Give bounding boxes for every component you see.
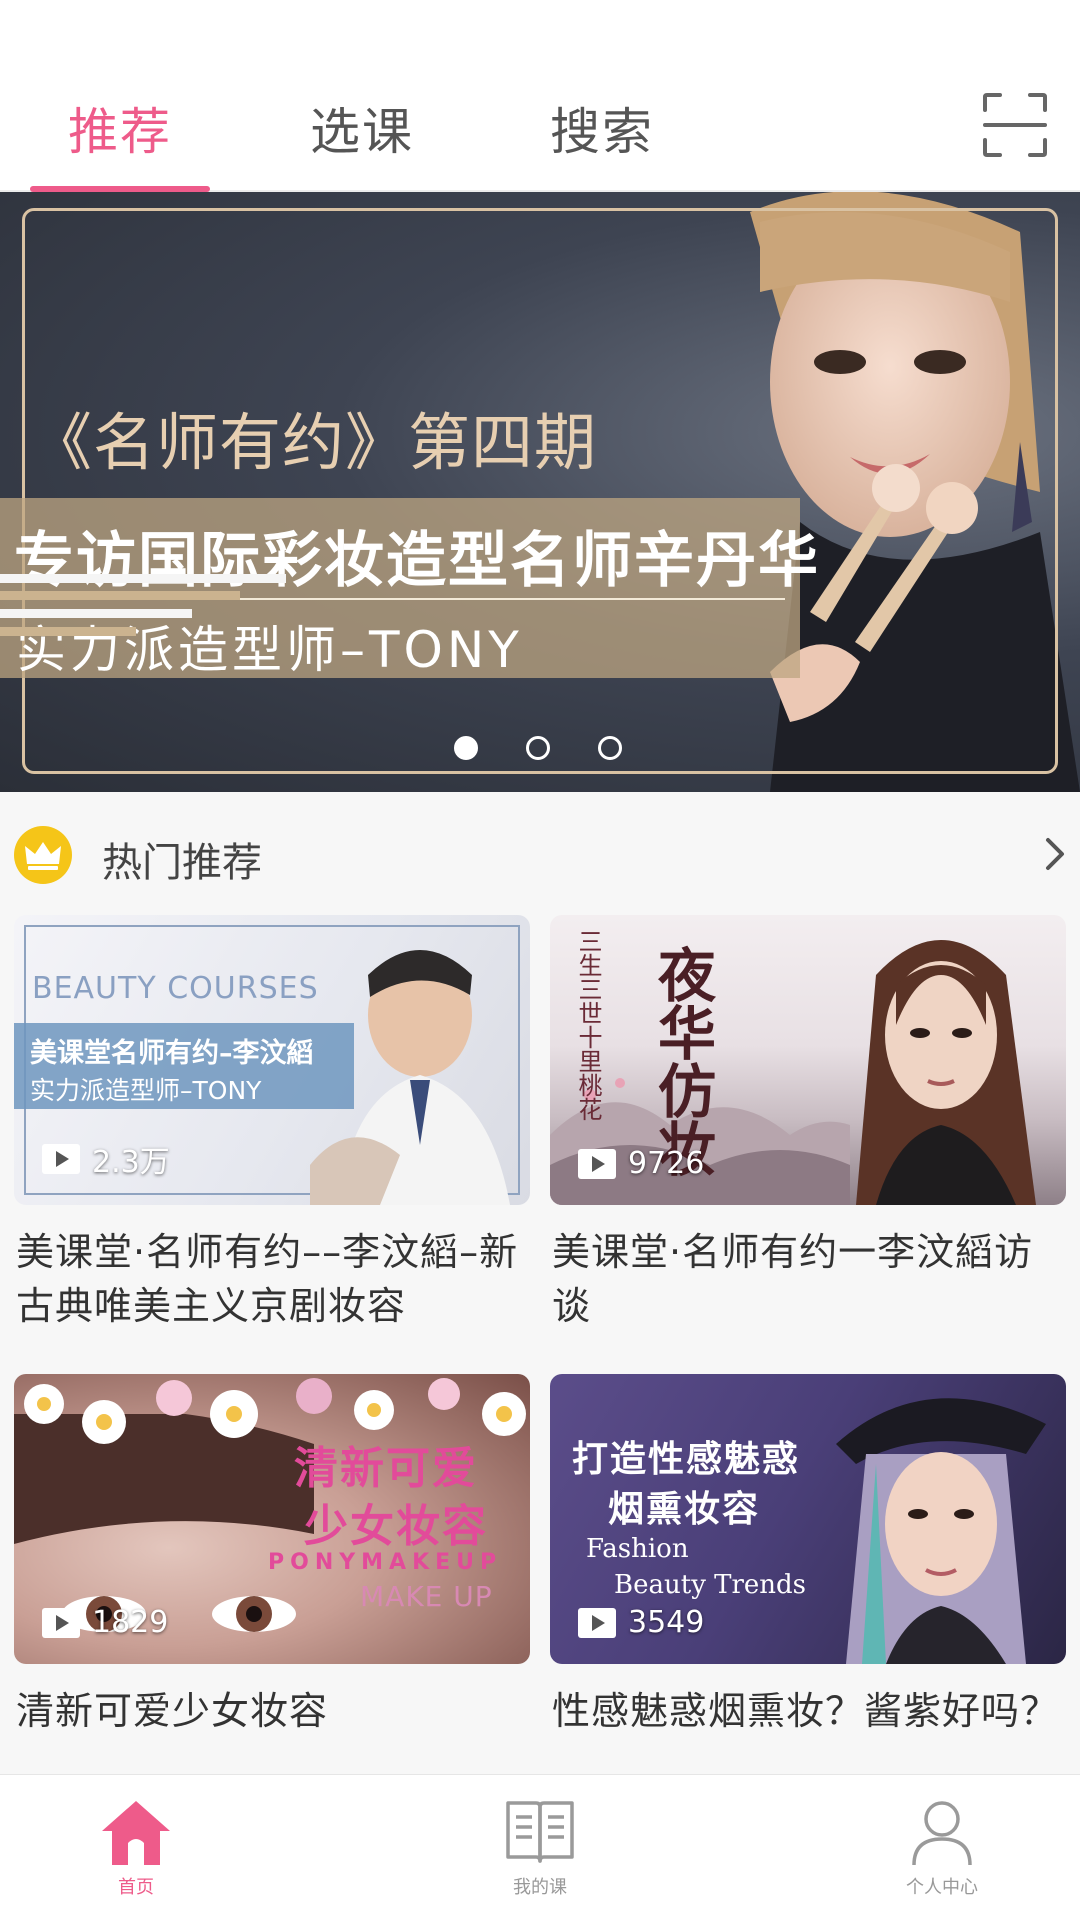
thumbnail-caption: Beauty Trends [614,1570,807,1600]
nav-label: 首页 [118,1877,154,1898]
course-thumbnail[interactable]: 清新可爱 少女妆容 PONYMAKEUP MAKE UP 1829 [14,1374,530,1664]
play-count: 1829 [92,1605,169,1640]
course-title[interactable]: 美课堂·名师有约一李汶縚访谈 [552,1225,1072,1333]
tab-search[interactable]: 搜索 [550,92,654,164]
thumbnail-caption: PONYMAKEUP [268,1550,503,1575]
thumbnail-caption: 少女妆容 [304,1501,488,1552]
banner-subtitle: 实力派造型师–TONY [16,621,523,679]
nav-home[interactable]: 首页 [76,1797,196,1899]
play-icon [578,1607,616,1638]
thumbnail-caption: 三生三世十里桃花 [574,929,602,1121]
nav-profile[interactable]: 个人中心 [882,1797,1002,1899]
tab-courses[interactable]: 选课 [310,92,414,164]
instructor-photo [856,940,1036,1205]
thumbnail-caption: 烟熏妆容 [608,1489,761,1530]
bottom-nav: 首页 我的课 个人中心 [0,1774,1080,1920]
carousel-dot-1[interactable] [454,736,478,760]
thumbnail-calligraphy: 夜华仿妆 [648,945,716,1177]
carousel-dot-2[interactable] [526,736,550,760]
home-icon [102,1801,170,1865]
thumbnail-caption: MAKE UP [360,1580,493,1613]
banner-carousel[interactable]: 《名师有约》第四期 专访国际彩妆造型名师辛丹华 实力派造型师–TONY [0,192,1080,792]
banner-title: 《名师有约》第四期 [30,406,598,479]
scan-icon[interactable] [982,92,1048,158]
nav-label: 我的课 [513,1877,567,1898]
play-icon [578,1148,616,1179]
top-nav: 推荐 选课 搜索 [0,0,1080,192]
thumbnail-caption: 实力派造型师–TONY [30,1076,262,1105]
play-count: 9726 [628,1146,705,1181]
banner-stripe [0,627,136,636]
banner-frame [22,208,1058,774]
course-thumbnail[interactable]: 三生三世十里桃花 夜华仿妆 9726 [550,915,1066,1205]
thumbnail-caption: 清新可爱 [294,1443,478,1494]
banner-headline: 专访国际彩妆造型名师辛丹华 [14,526,820,596]
section-title: 热门推荐 [102,840,262,886]
play-count-row: 2.3万 [42,1137,170,1181]
nav-my-courses[interactable]: 我的课 [480,1797,600,1899]
hot-recommend-header[interactable]: 热门推荐 [0,792,1080,912]
chevron-right-icon[interactable] [1040,836,1070,872]
model-photo [836,1398,1046,1664]
thumbnail-caption: 打造性感魅惑 [572,1439,801,1480]
thumbnail-caption: BEAUTY COURSES [32,971,319,1006]
course-title[interactable]: 美课堂·名师有约––李汶縚–新古典唯美主义京剧妆容 [16,1225,536,1333]
play-icon [42,1144,80,1174]
nav-label: 个人中心 [906,1877,978,1898]
course-title[interactable]: 性感魅惑烟熏妆？酱紫好吗？ [552,1684,1072,1738]
banner-stripe [0,574,286,583]
play-count-row: 1829 [42,1605,168,1640]
crown-icon [14,826,72,884]
course-thumbnail[interactable]: BEAUTY COURSES 美课堂名师有约–李汶縚 实力派造型师–TONY 2… [14,915,530,1205]
thumbnail-caption: 美课堂名师有约–李汶縚 [30,1038,314,1069]
carousel-dot-3[interactable] [598,736,622,760]
banner-stripe [0,609,192,618]
play-count: 3549 [628,1605,705,1640]
book-icon [506,1801,574,1863]
person-icon [912,1801,972,1866]
play-count: 2.3万 [92,1145,170,1180]
play-count-row: 9726 [578,1146,704,1181]
thumbnail-caption: Fashion [586,1534,689,1564]
course-title[interactable]: 清新可爱少女妆容 [16,1684,536,1738]
play-icon [42,1607,80,1638]
play-count-row: 3549 [578,1605,704,1640]
banner-stripe [0,591,240,600]
tab-recommend[interactable]: 推荐 [68,92,172,164]
course-thumbnail[interactable]: 打造性感魅惑 烟熏妆容 Fashion Beauty Trends 3549 [550,1374,1066,1664]
